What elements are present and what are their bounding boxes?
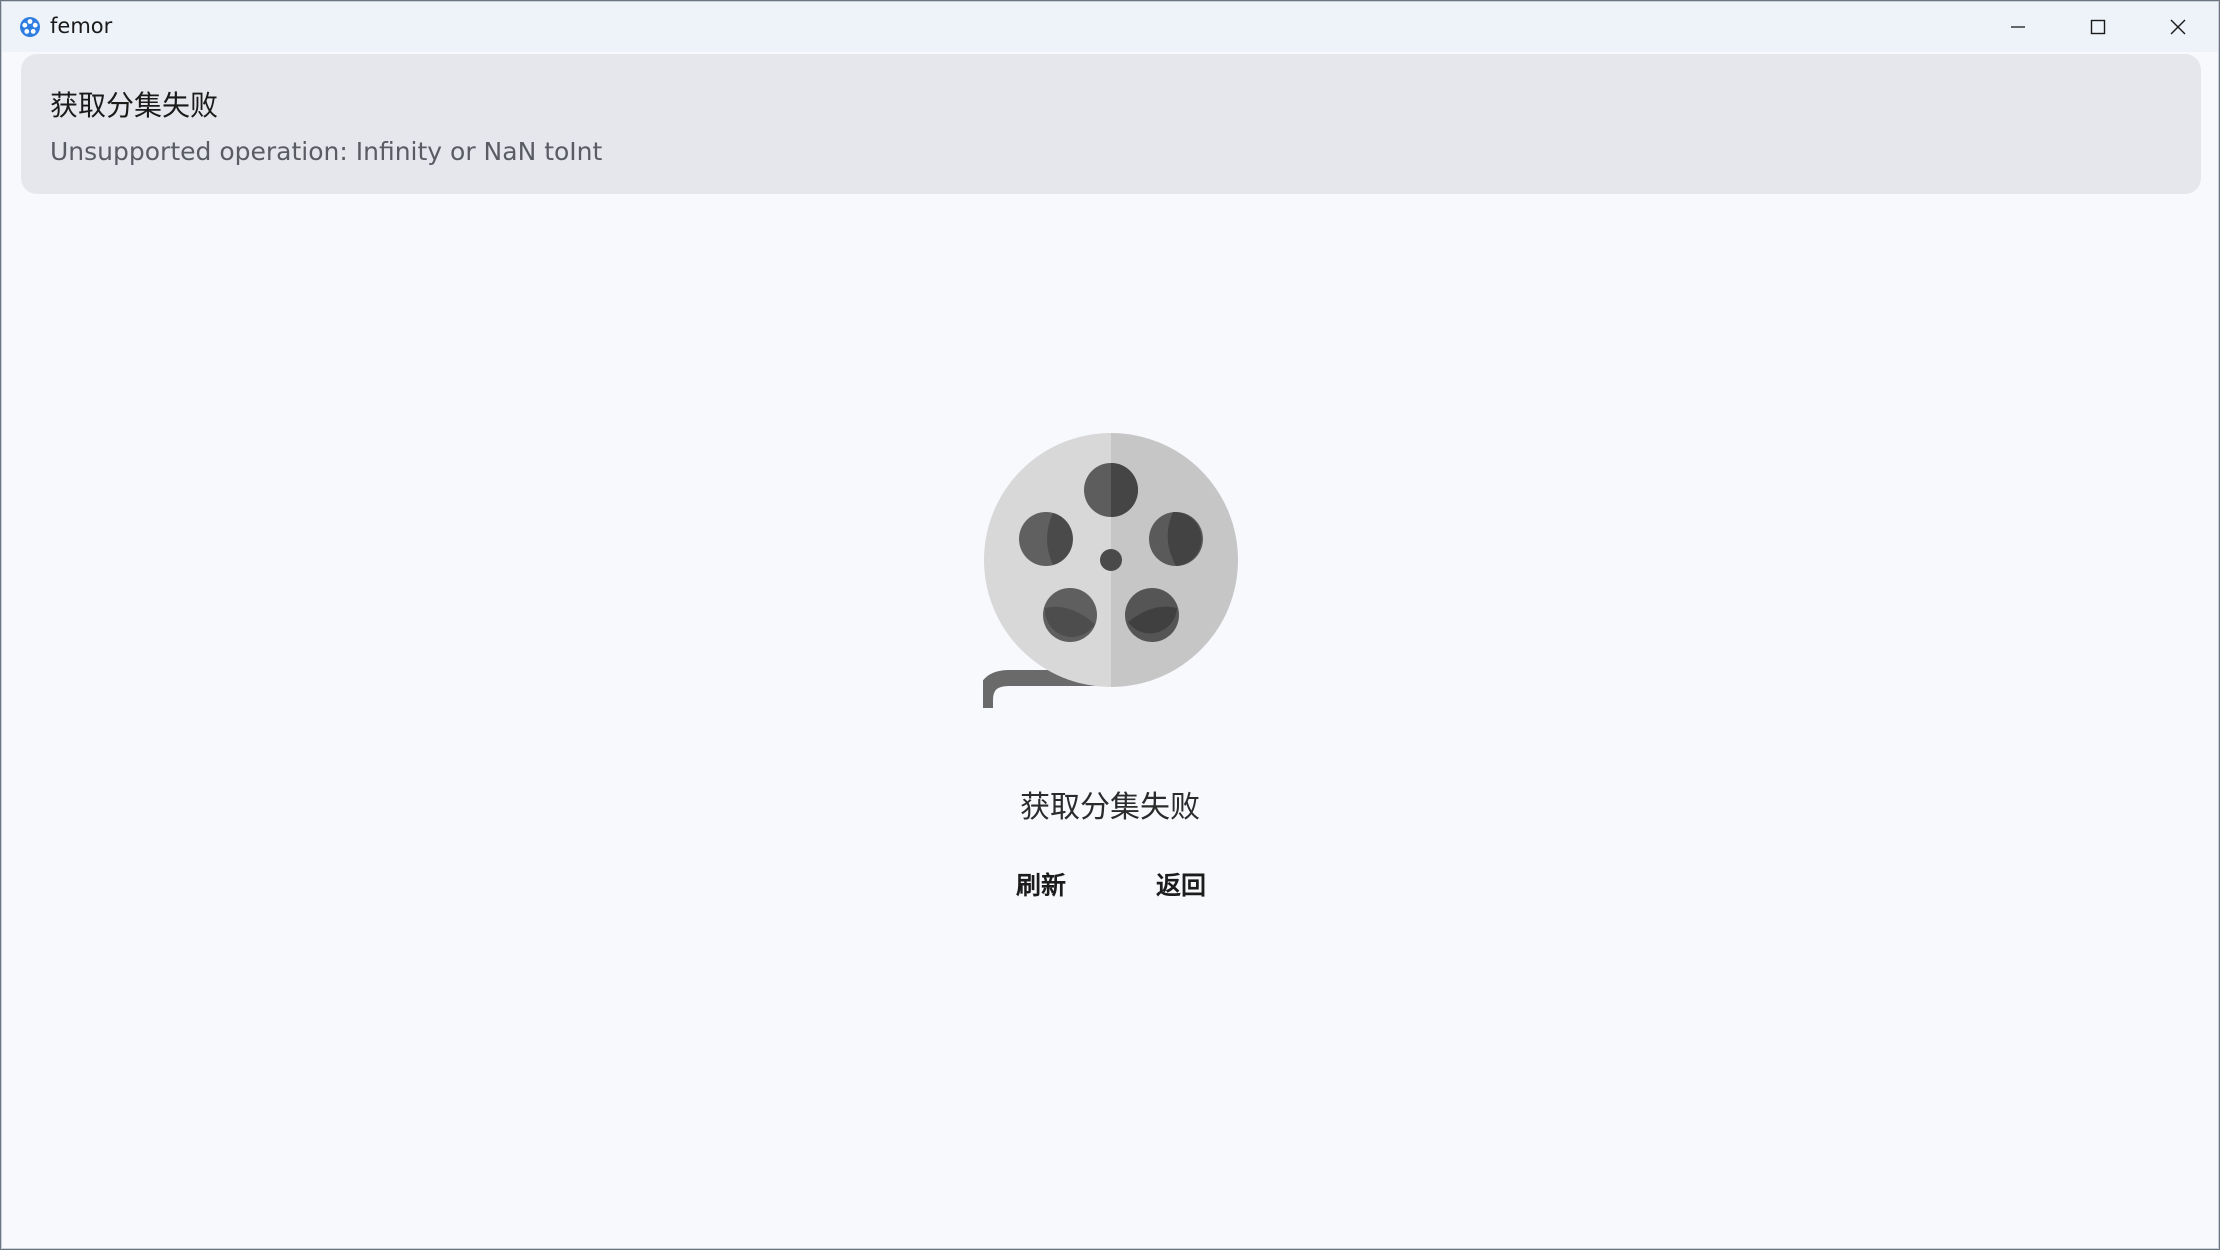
- title-bar[interactable]: femor: [2, 2, 2218, 52]
- error-message: 获取分集失败: [1020, 790, 1200, 825]
- error-banner: 获取分集失败 Unsupported operation: Infinity o…: [21, 54, 2201, 194]
- close-icon: [2170, 19, 2186, 35]
- app-logo-icon: [20, 17, 40, 37]
- window-title: femor: [50, 14, 113, 38]
- banner-title: 获取分集失败: [50, 89, 219, 122]
- film-reel-icon: [983, 433, 1238, 708]
- close-button[interactable]: [2138, 2, 2218, 52]
- app-window: femor 获取分集失败 Unsupported operation: Infi…: [1, 1, 2219, 1249]
- refresh-button[interactable]: 刷新: [1000, 860, 1082, 908]
- maximize-icon: [2090, 19, 2106, 35]
- banner-message: Unsupported operation: Infinity or NaN t…: [50, 137, 603, 166]
- back-button[interactable]: 返回: [1140, 860, 1222, 908]
- minimize-button[interactable]: [1978, 2, 2058, 52]
- minimize-icon: [2011, 26, 2025, 28]
- maximize-button[interactable]: [2058, 2, 2138, 52]
